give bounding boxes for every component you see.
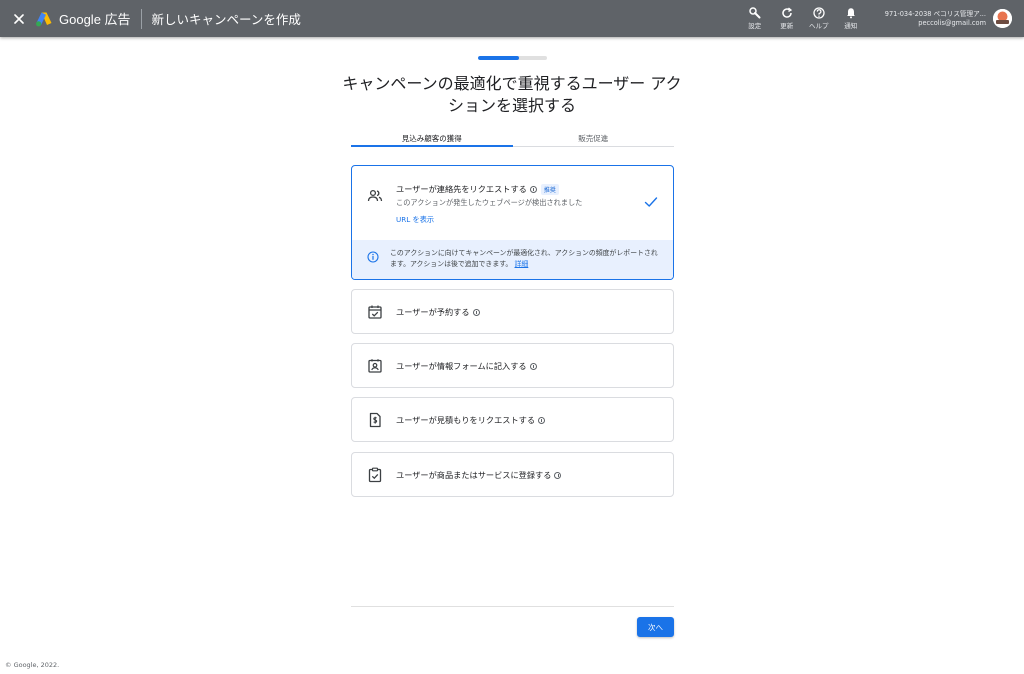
- info-circle-icon: [367, 251, 379, 263]
- refresh-label: 更新: [780, 22, 794, 30]
- option-title-text: ユーザーが連絡先をリクエストする: [396, 184, 527, 194]
- option-card-header: ユーザーが連絡先をリクエストする 推奨 このアクションが発生したウェブページが検…: [352, 166, 673, 240]
- info-icon[interactable]: [538, 416, 546, 424]
- contact-form-icon: [368, 359, 382, 373]
- option-card-booking[interactable]: ユーザーが予約する: [351, 289, 674, 334]
- notifications-button[interactable]: 通知: [835, 7, 867, 30]
- people-icon: [367, 189, 383, 202]
- clipboard-check-icon: [368, 467, 382, 483]
- option-card-contact-request[interactable]: ユーザーが連絡先をリクエストする 推奨 このアクションが発生したウェブページが検…: [351, 165, 674, 280]
- checkmark-icon: [644, 197, 658, 207]
- option-row: ユーザーが予約する: [352, 290, 673, 334]
- option-label-text: ユーザーが情報フォームに記入する: [396, 361, 527, 371]
- close-icon: [14, 13, 24, 24]
- refresh-button[interactable]: 更新: [771, 7, 803, 30]
- notifications-label: 通知: [844, 22, 858, 30]
- footer-divider: [351, 606, 674, 607]
- brand-text: Google 広告: [59, 12, 131, 27]
- option-row: ユーザーが見積もりをリクエストする: [352, 398, 673, 442]
- avatar-image-icon: [993, 9, 1012, 28]
- next-button[interactable]: 次へ: [637, 617, 674, 637]
- top-app-bar: Google 広告 新しいキャンペーンを作成 設定 更新 ヘルプ 通知 971-…: [0, 0, 1024, 37]
- learn-more-link[interactable]: 詳細: [515, 260, 529, 268]
- info-icon[interactable]: [472, 308, 480, 316]
- option-label-text: ユーザーが商品またはサービスに登録する: [396, 470, 552, 480]
- tab-lead-generation[interactable]: 見込み顧客の獲得: [351, 129, 513, 147]
- page-title: キャンペーンの最適化で重視するユーザー アクションを選択する: [342, 74, 682, 115]
- tab-sales[interactable]: 販売促進: [513, 129, 675, 146]
- bell-icon: [846, 8, 855, 19]
- settings-button[interactable]: 設定: [739, 7, 771, 30]
- close-button[interactable]: [10, 10, 28, 28]
- avatar[interactable]: [993, 9, 1012, 28]
- view-url-link[interactable]: URL を表示: [396, 215, 434, 225]
- recommended-badge: 推奨: [540, 183, 559, 195]
- option-label: ユーザーが見積もりをリクエストする: [396, 414, 546, 426]
- account-switcher[interactable]: 971-034-2038 ペコリス管理ア... peccolis@gmail.c…: [885, 10, 986, 28]
- option-label: ユーザーが商品またはサービスに登録する: [396, 469, 562, 481]
- optimization-note: このアクションに向けてキャンペーンが最適化され、アクションの頻度がレポートされま…: [352, 240, 673, 279]
- quote-document-icon: [369, 412, 381, 428]
- option-label-text: ユーザーが見積もりをリクエストする: [396, 415, 536, 425]
- optimization-note-text: このアクションに向けてキャンペーンが最適化され、アクションの頻度がレポートされま…: [390, 248, 662, 270]
- topbar-divider: [140, 8, 142, 29]
- option-row: ユーザーが情報フォームに記入する: [352, 344, 673, 388]
- page-heading: 新しいキャンペーンを作成: [151, 12, 301, 27]
- topbar-actions: 設定 更新 ヘルプ 通知 971-034-2038 ペコリス管理ア... pec…: [739, 0, 1024, 37]
- info-icon[interactable]: [529, 185, 537, 193]
- option-label-text: ユーザーが予約する: [396, 307, 470, 317]
- option-card-quote-request[interactable]: ユーザーが見積もりをリクエストする: [351, 397, 674, 442]
- option-description: このアクションが発生したウェブページが検出されました: [396, 198, 583, 207]
- info-icon[interactable]: [529, 362, 537, 370]
- option-card-signup[interactable]: ユーザーが商品またはサービスに登録する: [351, 452, 674, 497]
- option-title: ユーザーが連絡先をリクエストする 推奨: [396, 183, 559, 195]
- calendar-check-icon: [368, 305, 382, 319]
- refresh-icon: [782, 7, 792, 18]
- google-ads-logo-icon: [36, 12, 52, 26]
- option-label: ユーザーが予約する: [396, 306, 480, 318]
- wrench-icon: [749, 7, 761, 19]
- google-ads-logo[interactable]: Google 広告: [35, 9, 131, 28]
- info-icon[interactable]: [554, 471, 562, 479]
- step-progress-bar: [478, 56, 547, 60]
- account-email: peccolis@gmail.com: [918, 18, 986, 27]
- help-label: ヘルプ: [809, 22, 829, 30]
- help-icon: [813, 7, 825, 19]
- option-label: ユーザーが情報フォームに記入する: [396, 360, 537, 372]
- option-card-info-form[interactable]: ユーザーが情報フォームに記入する: [351, 343, 674, 388]
- account-id: 971-034-2038 ペコリス管理ア...: [884, 9, 986, 18]
- goal-tabs: 見込み顧客の獲得 販売促進: [351, 129, 674, 147]
- settings-label: 設定: [748, 22, 762, 30]
- step-progress-fill: [478, 56, 520, 60]
- option-row: ユーザーが商品またはサービスに登録する: [352, 453, 673, 497]
- help-button[interactable]: ヘルプ: [803, 7, 835, 30]
- copyright-text: © Google, 2022.: [5, 661, 60, 669]
